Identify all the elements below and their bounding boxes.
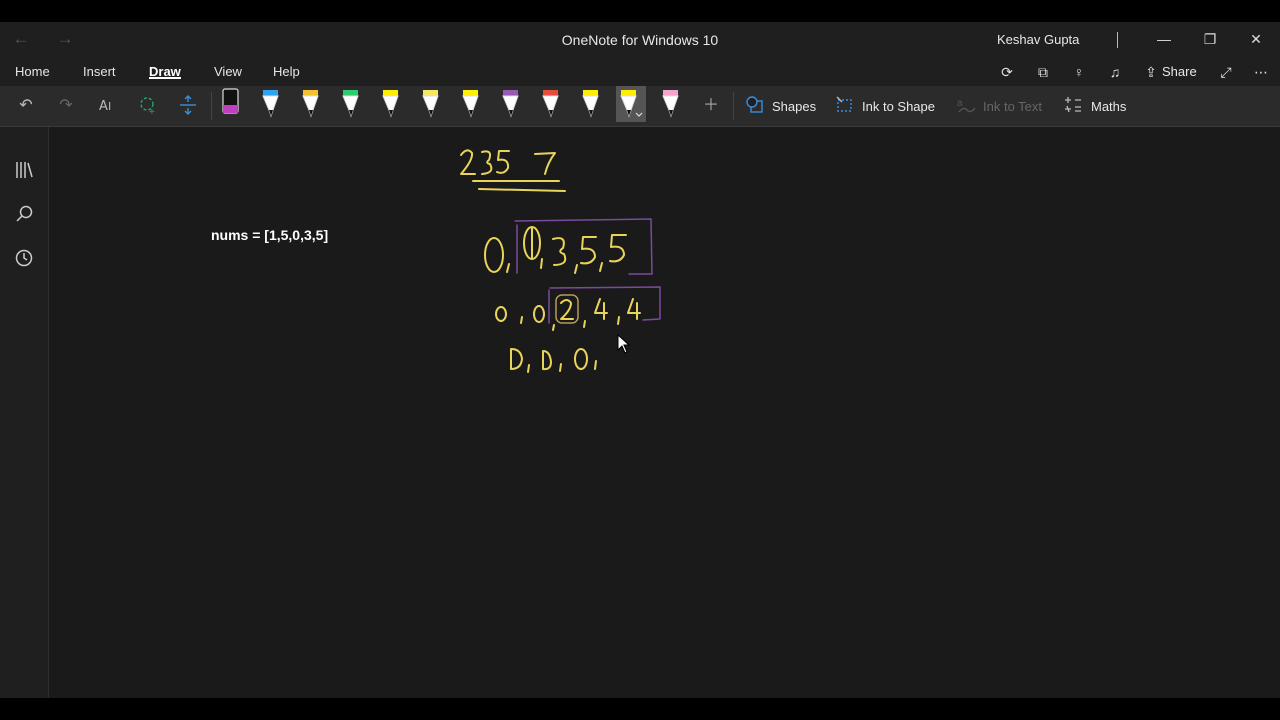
highlighter-pen-icon[interactable]: [380, 86, 402, 122]
title-bar: ← → OneNote for Windows 10 Keshav Gupta …: [0, 22, 1280, 58]
tab-view[interactable]: View: [214, 64, 242, 79]
ink-to-text-button: Ink to Text: [983, 99, 1043, 114]
title-divider: [1117, 32, 1118, 48]
redo-icon[interactable]: ↷: [54, 94, 78, 118]
share-button[interactable]: Share: [1162, 64, 1197, 79]
highlighter-pen-icon[interactable]: [616, 86, 646, 122]
ink-to-text-icon: a: [954, 94, 978, 118]
note-canvas[interactable]: nums = [1,5,0,3,5]: [49, 127, 1280, 698]
add-pen-icon[interactable]: ＋: [699, 94, 723, 118]
more-options-icon[interactable]: ⋯: [1250, 62, 1272, 82]
mouse-pointer-icon: [617, 334, 631, 354]
svg-text:+: +: [149, 107, 155, 116]
ink-to-shape-button[interactable]: Ink to Shape: [862, 99, 935, 114]
pen-icon[interactable]: [300, 86, 322, 122]
highlighter-pen-icon[interactable]: [580, 86, 602, 122]
tab-insert[interactable]: Insert: [83, 64, 116, 79]
maths-button[interactable]: Maths: [1091, 99, 1126, 114]
pen-icon[interactable]: [500, 86, 522, 122]
tab-help[interactable]: Help: [273, 64, 300, 79]
svg-text:A: A: [99, 99, 108, 114]
svg-text:I: I: [108, 100, 111, 113]
lasso-select-icon[interactable]: +: [136, 94, 160, 118]
pen-icon[interactable]: [220, 86, 242, 122]
maths-icon[interactable]: [1061, 94, 1085, 118]
svg-text:a: a: [957, 98, 963, 109]
fullscreen-icon[interactable]: ⤢: [1215, 62, 1237, 82]
undo-icon[interactable]: ↶: [14, 94, 38, 118]
bell-icon[interactable]: ♫: [1104, 62, 1126, 82]
type-select-icon[interactable]: AI: [96, 94, 120, 118]
ribbon-divider: [211, 92, 212, 120]
user-name[interactable]: Keshav Gupta: [997, 32, 1079, 47]
draw-ribbon: ↶ ↷ AI + ＋ Shapes Ink to Shape a Ink to …: [0, 86, 1280, 127]
notebooks-icon[interactable]: [12, 159, 36, 183]
sync-icon[interactable]: ⟳: [996, 62, 1018, 82]
pen-icon[interactable]: [660, 86, 682, 122]
pen-icon[interactable]: [420, 86, 442, 122]
search-icon[interactable]: [12, 203, 36, 227]
handwritten-ink[interactable]: [49, 127, 1280, 698]
share-icon[interactable]: ⇪: [1140, 62, 1162, 82]
add-space-icon[interactable]: [176, 94, 200, 118]
pen-icon[interactable]: [540, 86, 562, 122]
close-icon[interactable]: ✕: [1241, 28, 1271, 50]
pen-icon[interactable]: [460, 86, 482, 122]
navigation-rail: [0, 127, 49, 698]
onenote-window: ← → OneNote for Windows 10 Keshav Gupta …: [0, 22, 1280, 698]
tab-home[interactable]: Home: [15, 64, 50, 79]
restore-icon[interactable]: ❐: [1195, 28, 1225, 50]
minimize-icon[interactable]: —: [1149, 28, 1179, 50]
shapes-button[interactable]: Shapes: [772, 99, 816, 114]
notebook-pages-icon[interactable]: ⧉: [1032, 62, 1054, 82]
active-tab-indicator: [149, 77, 181, 79]
window-title: OneNote for Windows 10: [561, 32, 719, 48]
shapes-icon[interactable]: [743, 94, 767, 118]
pen-icon[interactable]: [260, 86, 282, 122]
ribbon-divider: [733, 92, 734, 120]
ink-to-shape-icon[interactable]: [833, 94, 857, 118]
pen-icon[interactable]: [340, 86, 362, 122]
lightbulb-icon[interactable]: ♀: [1068, 62, 1090, 82]
recent-clock-icon[interactable]: [12, 247, 36, 271]
